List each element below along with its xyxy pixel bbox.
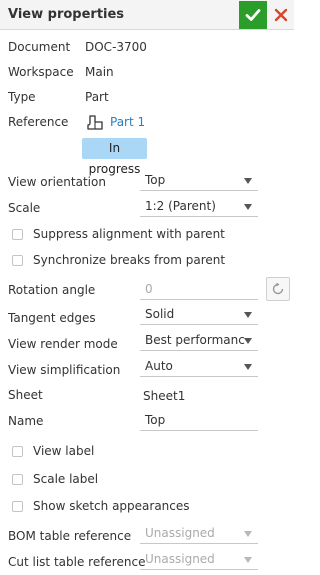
chevron-down-icon [244, 178, 252, 184]
simplification-select[interactable]: Auto [140, 356, 258, 377]
sketch-appearances-label: Show sketch appearances [33, 499, 190, 513]
scale-select[interactable]: 1:2 (Parent) [140, 196, 258, 217]
rotation-angle-input[interactable]: 0 [140, 279, 258, 300]
chevron-down-icon [244, 204, 252, 210]
scale-label-label: Scale label [33, 472, 99, 486]
synchronize-breaks-row[interactable]: Synchronize breaks from parent [12, 253, 225, 267]
workspace-label: Workspace [8, 65, 74, 79]
render-mode-value: Best performance [145, 333, 245, 347]
tangent-edges-value: Solid [145, 307, 175, 321]
type-label: Type [8, 90, 36, 104]
chevron-down-icon [244, 557, 252, 563]
status-badge: In progress [82, 138, 147, 176]
scale-label-checkbox[interactable] [12, 473, 23, 485]
name-input[interactable]: Top [140, 410, 258, 431]
synchronize-breaks-checkbox[interactable] [12, 254, 23, 266]
simplification-value: Auto [145, 359, 173, 373]
suppress-alignment-row[interactable]: Suppress alignment with parent [12, 227, 225, 241]
reference-label: Reference [8, 115, 69, 129]
scale-value: 1:2 (Parent) [145, 199, 216, 213]
panel-title: View properties [8, 7, 125, 22]
suppress-alignment-label: Suppress alignment with parent [33, 227, 225, 241]
suppress-alignment-checkbox[interactable] [12, 228, 23, 240]
view-orientation-value: Top [145, 173, 166, 187]
reset-rotation-button[interactable] [266, 277, 290, 301]
scale-label: Scale [8, 201, 41, 215]
render-mode-select[interactable]: Best performance [140, 330, 258, 351]
simplification-label: View simplification [8, 363, 121, 377]
part-icon [87, 115, 103, 130]
check-icon [245, 9, 261, 21]
document-value: DOC-3700 [85, 40, 147, 54]
synchronize-breaks-label: Synchronize breaks from parent [33, 253, 226, 267]
chevron-down-icon [244, 312, 252, 318]
cancel-button[interactable] [268, 1, 294, 29]
cut-list-label: Cut list table reference [8, 555, 146, 569]
cut-list-select[interactable]: Unassigned [140, 549, 258, 570]
bom-table-label: BOM table reference [8, 529, 132, 543]
type-value: Part [85, 90, 109, 104]
workspace-value: Main [85, 65, 114, 79]
scale-label-row[interactable]: Scale label [12, 472, 98, 486]
view-label-row[interactable]: View label [12, 444, 94, 458]
bom-table-value: Unassigned [145, 526, 215, 540]
accept-button[interactable] [239, 1, 267, 29]
reference-link[interactable]: Part 1 [110, 115, 145, 129]
document-label: Document [8, 40, 71, 54]
sketch-appearances-checkbox[interactable] [12, 500, 23, 512]
view-orientation-select[interactable]: Top [140, 170, 258, 191]
render-mode-label: View render mode [8, 337, 118, 351]
close-icon [274, 8, 288, 22]
name-label: Name [8, 414, 44, 428]
view-orientation-label: View orientation [8, 175, 106, 189]
cut-list-value: Unassigned [145, 552, 215, 566]
rotation-angle-label: Rotation angle [8, 283, 96, 297]
view-label-label: View label [33, 444, 95, 458]
bom-table-select[interactable]: Unassigned [140, 523, 258, 544]
tangent-edges-label: Tangent edges [8, 311, 96, 325]
refresh-icon [272, 282, 284, 295]
chevron-down-icon [244, 338, 252, 344]
chevron-down-icon [244, 364, 252, 370]
chevron-down-icon [244, 531, 252, 537]
sheet-label: Sheet [8, 388, 43, 402]
sheet-value: Sheet1 [143, 389, 186, 403]
view-label-checkbox[interactable] [12, 445, 23, 457]
sketch-appearances-row[interactable]: Show sketch appearances [12, 499, 190, 513]
panel-header: View properties [0, 0, 294, 30]
tangent-edges-select[interactable]: Solid [140, 304, 258, 325]
